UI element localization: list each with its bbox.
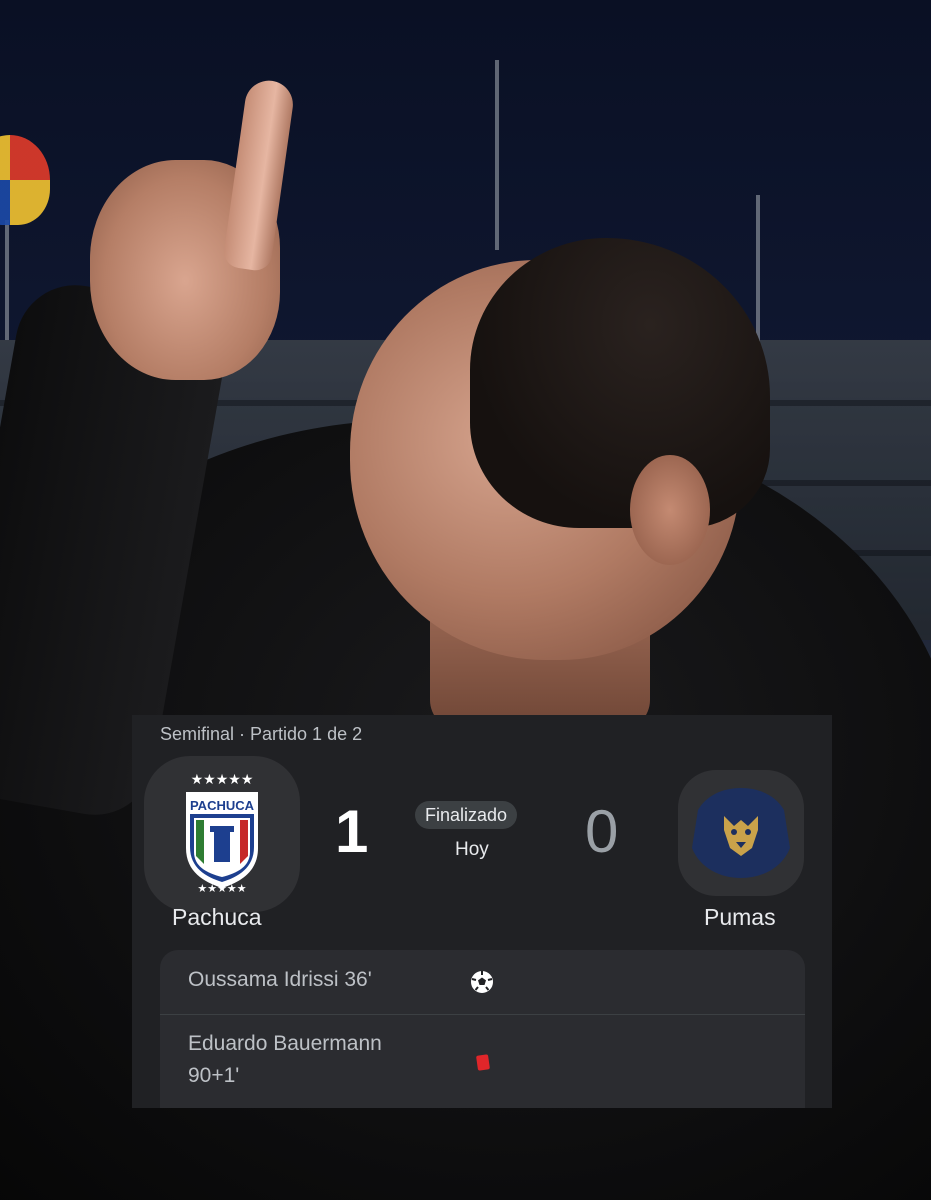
away-team-name[interactable]: Pumas (704, 904, 776, 931)
match-events-list: Oussama Idrissi 36' Eduardo Bauermann 90… (160, 950, 805, 1108)
coach-ear (630, 455, 710, 565)
pumas-crest-icon (692, 788, 790, 878)
red-card-icon (476, 1054, 490, 1071)
match-status-badge: Finalizado (415, 801, 518, 829)
svg-text:★★★★★: ★★★★★ (191, 771, 254, 787)
home-score: 1 (335, 798, 369, 865)
goal-scorer: Oussama Idrissi 36' (188, 968, 372, 991)
goal-event-row[interactable]: Oussama Idrissi 36' (160, 950, 805, 1015)
pachuca-crest-icon: ★★★★★ ★★★★★ PACHUCA (186, 771, 258, 895)
svg-text:PACHUCA: PACHUCA (190, 798, 255, 813)
home-team-logo[interactable]: ★★★★★ ★★★★★ PACHUCA (144, 756, 300, 912)
light-pole (5, 220, 9, 340)
light-pole (756, 195, 760, 355)
home-team-name[interactable]: Pachuca (172, 904, 262, 931)
light-pole (495, 60, 499, 250)
red-card-event-row[interactable]: Eduardo Bauermann 90+1' (160, 1015, 805, 1108)
soccer-ball-icon (471, 971, 493, 993)
match-day: Hoy (455, 839, 489, 860)
away-team-logo[interactable] (678, 770, 804, 896)
sent-off-player: Eduardo Bauermann 90+1' (188, 1032, 382, 1087)
away-score: 0 (585, 798, 619, 865)
match-stage: Semifinal · Partido 1 de 2 (160, 724, 363, 744)
match-score-card[interactable]: Semifinal · Partido 1 de 2 ★★★★★ ★★★★★ P… (132, 715, 832, 1108)
